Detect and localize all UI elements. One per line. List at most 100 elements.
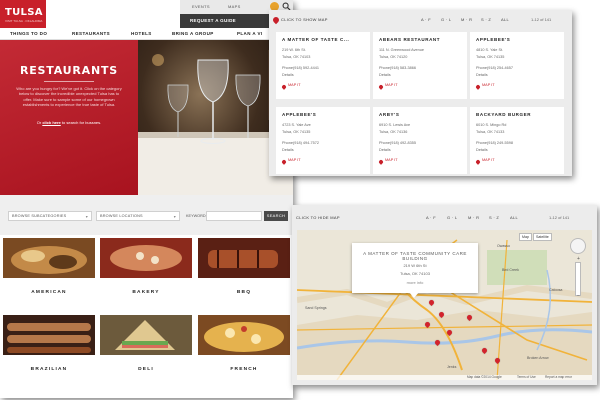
restaurant-card[interactable]: APPLEBEE'S 4723 S. Yale Ave Tulsa, OK 74…	[276, 107, 370, 174]
restaurant-city: Tulsa, OK 74133	[476, 130, 505, 134]
place-label: Jenks	[447, 365, 457, 369]
nav-restaurants[interactable]: RESTAURANTS	[72, 31, 110, 36]
filter-s-z[interactable]: S · Z	[481, 17, 491, 22]
nav-things-to-do[interactable]: THINGS TO DO	[10, 31, 47, 36]
restaurant-name[interactable]: A MATTER OF TASTE C...	[282, 37, 349, 42]
zoom-out-icon[interactable]: −	[575, 294, 582, 300]
details-link[interactable]: Details	[476, 73, 488, 77]
show-map-toggle[interactable]: CLICK TO SHOW MAP	[281, 17, 328, 22]
details-link[interactable]: Details	[476, 148, 488, 152]
restaurant-phone: Phone(918) 583-3866	[379, 66, 416, 70]
logo-text: TULSA	[5, 7, 43, 18]
report-error-link[interactable]: Report a map error	[545, 375, 572, 379]
category-image	[100, 238, 192, 278]
map-pin-icon	[378, 84, 384, 90]
filter-a-f[interactable]: A · F	[426, 215, 436, 220]
map-panel: CLICK TO HIDE MAP A · F G · L M · R S · …	[292, 205, 597, 385]
category-tile-american[interactable]: AMERICAN	[3, 238, 95, 308]
filter-g-l[interactable]: G · L	[447, 215, 457, 220]
details-link[interactable]: Details	[379, 73, 391, 77]
map-it-link[interactable]: MAP IT	[482, 83, 495, 87]
locations-label: BROWSE LOCATIONS	[100, 214, 143, 218]
result-count: 1-12 of 141	[549, 215, 570, 220]
filter-g-l[interactable]: G · L	[441, 17, 451, 22]
info-window-street: 219 W 6th St	[403, 263, 427, 268]
google-map[interactable]: Map Satellite + − Owasso Catoosa Bird Cr…	[297, 230, 592, 380]
restaurant-street: 4723 S. Yale Ave	[282, 123, 311, 127]
map-it-link[interactable]: MAP IT	[385, 83, 398, 87]
restaurant-card[interactable]: ABEARS RESTAURANT 111 N. Greenwood Avenu…	[373, 32, 467, 99]
result-count: 1-12 of 141	[531, 17, 552, 22]
request-guide-link[interactable]: REQUEST A GUIDE	[190, 18, 236, 23]
filter-a-f[interactable]: A · F	[421, 17, 431, 22]
nav-bring-a-group[interactable]: BRING A GROUP	[172, 31, 214, 36]
restaurant-city: Tulsa, OK 74120	[379, 55, 408, 59]
restaurant-city: Tulsa, OK 74136	[379, 130, 408, 134]
keyword-input[interactable]	[206, 211, 262, 221]
map-attribution: Map data ©2014 Google	[467, 375, 502, 379]
logo-subtext: VISIT TULSA · OKLAHOMA	[5, 19, 43, 23]
nav-hotels[interactable]: HOTELS	[131, 31, 152, 36]
info-window-more-link[interactable]: more info	[352, 280, 478, 285]
search-button[interactable]: SEARCH	[264, 211, 288, 221]
place-label: Sand Springs	[305, 306, 327, 310]
main-nav: THINGS TO DO RESTAURANTS HOTELS BRING A …	[0, 28, 293, 40]
restaurant-city: Tulsa, OK 74135	[476, 55, 505, 59]
restaurant-street: 4810 S. Yale St.	[476, 48, 504, 52]
zoom-in-icon[interactable]: +	[575, 257, 582, 263]
restaurant-card[interactable]: A MATTER OF TASTE C... 219 W. 6th St. Tu…	[276, 32, 370, 99]
zoom-control: + −	[570, 238, 586, 300]
details-link[interactable]: Details	[379, 148, 391, 152]
site-logo[interactable]: TULSA VISIT TULSA · OKLAHOMA	[0, 0, 46, 28]
category-image	[100, 315, 192, 355]
pan-control[interactable]	[570, 238, 586, 254]
category-image	[3, 315, 95, 355]
info-window-title: A MATTER OF TASTE COMMUNITY CARE BUILDIN…	[363, 251, 467, 261]
map-pin-icon	[271, 15, 281, 25]
category-tile-bakery[interactable]: BAKERY	[100, 238, 192, 308]
filter-all[interactable]: ALL	[510, 215, 518, 220]
restaurant-card[interactable]: APPLEBEE'S 4810 S. Yale St. Tulsa, OK 74…	[470, 32, 564, 99]
map-type-map[interactable]: Map	[519, 233, 532, 241]
zoom-slider[interactable]	[575, 262, 581, 296]
terms-link[interactable]: Terms of Use	[517, 375, 536, 379]
restaurant-card[interactable]: BACKYARD BURGER 6010 S. Mingo Rd Tulsa, …	[470, 107, 564, 174]
restaurant-name[interactable]: APPLEBEE'S	[282, 112, 316, 117]
nav-events[interactable]: EVENTS	[192, 4, 210, 9]
subcategories-select[interactable]: BROWSE SUBCATEGORIES ▾	[8, 211, 92, 221]
category-tile-french[interactable]: FRENCH	[198, 315, 290, 385]
details-link[interactable]: Details	[282, 148, 294, 152]
map-it-link[interactable]: MAP IT	[288, 83, 301, 87]
restaurant-name[interactable]: APPLEBEE'S	[476, 37, 510, 42]
hero-click-here-link[interactable]: click here	[42, 120, 60, 125]
hero-description: Who are you hungry for? We've got it. Cl…	[16, 86, 122, 108]
restaurant-city: Tulsa, OK 74103	[282, 55, 311, 59]
map-it-link[interactable]: MAP IT	[385, 158, 398, 162]
details-link[interactable]: Details	[282, 73, 294, 77]
filter-s-z[interactable]: S · Z	[489, 215, 499, 220]
filter-m-r[interactable]: M · R	[461, 17, 472, 22]
keyword-label: KEYWORD	[186, 214, 206, 218]
category-tile-deli[interactable]: DELI	[100, 315, 192, 385]
map-it-link[interactable]: MAP IT	[482, 158, 495, 162]
category-tile-brazilian[interactable]: BRAZILIAN	[3, 315, 95, 385]
nav-maps[interactable]: MAPS	[228, 4, 241, 9]
restaurant-name[interactable]: ABEARS RESTAURANT	[379, 37, 440, 42]
restaurant-phone: Phone(918) 592-4441	[282, 66, 319, 70]
map-type-satellite[interactable]: Satellite	[533, 233, 552, 241]
hide-map-toggle[interactable]: CLICK TO HIDE MAP	[296, 215, 340, 220]
restaurant-street: 6910 S. Lewis Ave	[379, 123, 411, 127]
listing-toolbar: CLICK TO SHOW MAP A · F G · L M · R S · …	[269, 10, 572, 30]
category-label: DELI	[138, 367, 154, 372]
subcategories-label: BROWSE SUBCATEGORIES	[12, 214, 67, 218]
filter-all[interactable]: ALL	[501, 17, 509, 22]
locations-select[interactable]: BROWSE LOCATIONS ▾	[96, 211, 180, 221]
restaurant-phone: Phone(918) 249-5598	[476, 141, 513, 145]
category-tile-bbq[interactable]: BBQ	[198, 238, 290, 308]
map-it-link[interactable]: MAP IT	[288, 158, 301, 162]
nav-plan-a-visit[interactable]: PLAN A VI	[237, 31, 263, 36]
filter-m-r[interactable]: M · R	[468, 215, 479, 220]
restaurant-card[interactable]: ARBY'S 6910 S. Lewis Ave Tulsa, OK 74136…	[373, 107, 467, 174]
restaurant-name[interactable]: ARBY'S	[379, 112, 399, 117]
restaurant-name[interactable]: BACKYARD BURGER	[476, 112, 531, 117]
